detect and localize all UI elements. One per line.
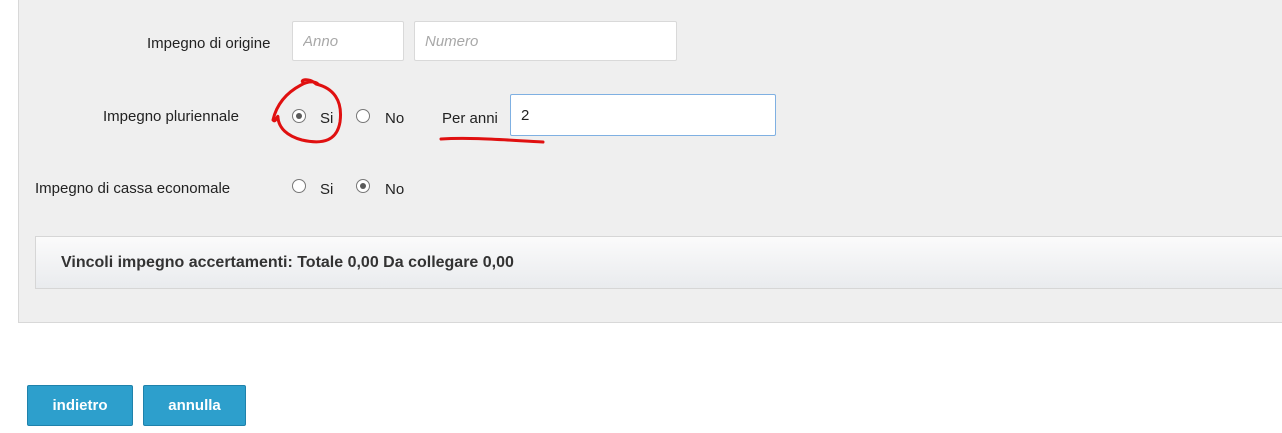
pluriennale-no-radio[interactable]: [356, 109, 370, 123]
anno-input[interactable]: [292, 21, 404, 61]
vincoli-accordion[interactable]: Vincoli impegno accertamenti: Totale 0,0…: [35, 236, 1282, 289]
per-anni-label: Per anni: [442, 110, 498, 127]
impegno-cassa-label: Impegno di cassa economale: [35, 180, 231, 197]
cassa-si-label: Si: [320, 181, 334, 198]
pluriennale-si-radio[interactable]: [292, 109, 306, 123]
cassa-no-label: No: [385, 181, 405, 198]
pluriennale-no-label: No: [385, 110, 405, 127]
impegno-pluriennale-label: Impegno pluriennale: [103, 108, 239, 125]
cancel-button[interactable]: annulla: [143, 385, 246, 426]
numero-input[interactable]: [414, 21, 677, 61]
pluriennale-si-label: Si: [320, 110, 334, 127]
impegno-origine-label: Impegno di origine: [147, 35, 271, 52]
back-button[interactable]: indietro: [27, 385, 133, 426]
vincoli-title: Vincoli impegno accertamenti: Totale 0,0…: [61, 254, 514, 271]
cassa-no-radio[interactable]: [356, 179, 370, 193]
cassa-si-radio[interactable]: [292, 179, 306, 193]
per-anni-input[interactable]: [510, 94, 776, 136]
